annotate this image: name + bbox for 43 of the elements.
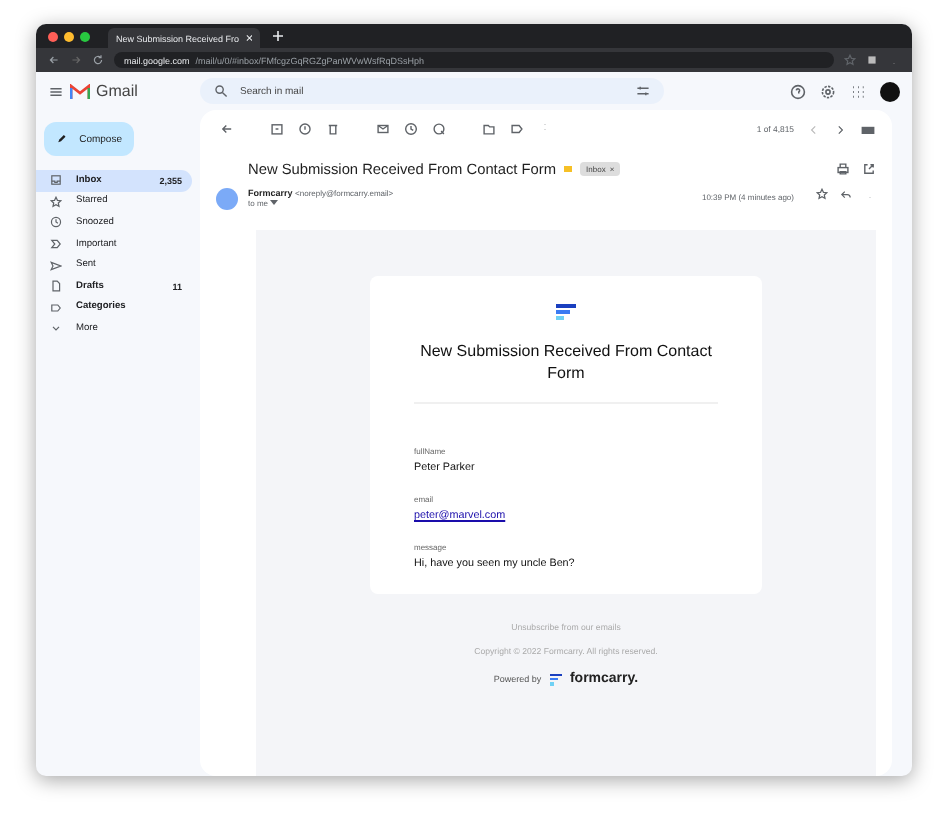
file-icon bbox=[50, 280, 62, 293]
filter-icon[interactable] bbox=[636, 84, 650, 98]
print-icon[interactable] bbox=[836, 161, 850, 175]
app-name: Gmail bbox=[96, 82, 138, 100]
back-icon[interactable] bbox=[48, 54, 60, 66]
sender-avatar bbox=[216, 188, 238, 210]
formcarry-mark bbox=[549, 673, 562, 686]
clock-icon bbox=[50, 216, 62, 229]
pencil-icon bbox=[56, 132, 68, 146]
star-icon[interactable] bbox=[844, 54, 856, 66]
trash-icon[interactable] bbox=[326, 122, 340, 136]
back-icon[interactable] bbox=[220, 122, 234, 136]
avatar[interactable] bbox=[880, 81, 900, 101]
label-icon[interactable] bbox=[510, 122, 524, 136]
extension-icon[interactable] bbox=[866, 54, 878, 66]
clock-icon[interactable] bbox=[404, 122, 418, 136]
close-icon[interactable] bbox=[245, 34, 252, 42]
search-icon[interactable] bbox=[214, 84, 228, 98]
report-icon[interactable] bbox=[298, 122, 312, 136]
gmail-logo[interactable] bbox=[70, 83, 90, 99]
task-icon[interactable] bbox=[432, 122, 446, 136]
formcarry-logo bbox=[556, 304, 576, 321]
send-icon bbox=[50, 259, 62, 272]
help-icon[interactable] bbox=[790, 83, 806, 99]
star-icon bbox=[50, 195, 62, 208]
caret-icon[interactable] bbox=[270, 200, 279, 206]
star-icon[interactable] bbox=[816, 188, 828, 200]
next-icon[interactable] bbox=[834, 123, 846, 135]
reply-icon[interactable] bbox=[840, 188, 852, 200]
inbox-icon bbox=[50, 174, 62, 187]
keyboard-icon[interactable] bbox=[860, 121, 876, 137]
chevron-icon bbox=[50, 322, 62, 335]
important-icon bbox=[50, 238, 62, 251]
archive-icon[interactable] bbox=[270, 122, 284, 136]
folder-icon[interactable] bbox=[482, 122, 496, 136]
settings-icon[interactable] bbox=[820, 83, 836, 99]
form-title: New Submission Received From Contact Form bbox=[414, 340, 718, 405]
new-tab-icon[interactable] bbox=[272, 30, 284, 42]
apps-icon[interactable] bbox=[850, 83, 866, 99]
mail-icon[interactable] bbox=[376, 122, 390, 136]
open-new-window-icon[interactable] bbox=[862, 161, 876, 175]
reload-icon[interactable] bbox=[92, 54, 104, 66]
label-icon bbox=[50, 301, 62, 314]
